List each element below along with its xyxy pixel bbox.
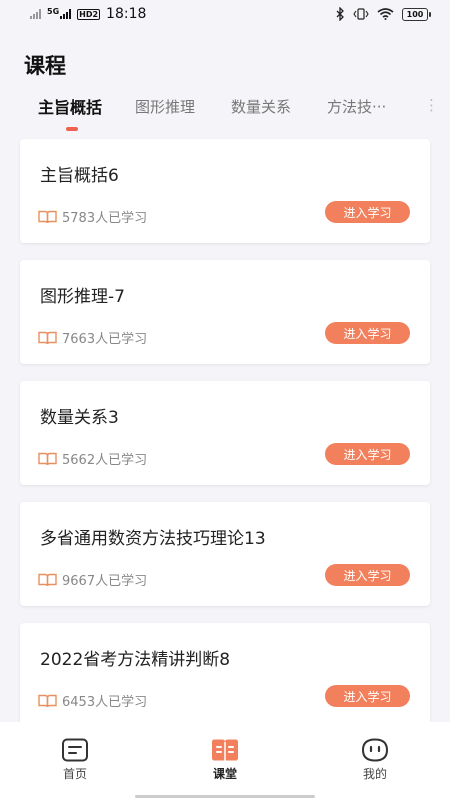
nav-home[interactable]: 首页: [45, 738, 105, 782]
learner-count: 7663人已学习: [62, 332, 148, 347]
course-title: 数量关系3: [40, 408, 119, 428]
profile-icon: [361, 738, 389, 762]
book-icon: [38, 694, 57, 707]
tab-main-idea[interactable]: 主旨概括: [38, 94, 102, 118]
course-meta: 5783人已学习: [38, 207, 147, 226]
clock: 18:18: [106, 6, 147, 22]
signal-weak-icon: [30, 9, 41, 19]
nav-profile-label: 我的: [362, 767, 387, 781]
battery-level: 100: [406, 9, 424, 19]
course-meta: 9667人已学习: [38, 570, 147, 589]
course-title: 2022省考方法精讲判断8: [40, 650, 231, 670]
status-bar: 5G HD2 18:18 100: [0, 0, 450, 28]
course-card[interactable]: 多省通用数资方法技巧理论13 9667人已学习 进入学习: [20, 502, 430, 606]
course-card[interactable]: 图形推理-7 7663人已学习 进入学习: [20, 260, 430, 364]
learner-count: 5783人已学习: [62, 211, 148, 226]
classroom-icon: [212, 739, 238, 761]
enter-study-button[interactable]: 进入学习: [325, 685, 410, 707]
network-label: 5G: [47, 6, 60, 16]
nav-classroom[interactable]: 课堂: [195, 738, 255, 782]
learner-count: 9667人已学习: [62, 574, 148, 589]
page-title: 课程: [24, 54, 66, 78]
course-meta: 5662人已学习: [38, 449, 147, 468]
book-icon: [38, 210, 57, 223]
status-right: 100: [336, 7, 431, 21]
tab-figure-reasoning[interactable]: 图形推理: [135, 96, 195, 117]
course-title: 主旨概括6: [40, 166, 119, 186]
home-icon: [62, 738, 88, 762]
bottom-nav: 首页 课堂 我的: [0, 722, 450, 800]
tab-overflow-indicator[interactable]: ⋮: [424, 96, 439, 114]
course-meta: 6453人已学习: [38, 691, 147, 710]
wifi-icon: [377, 8, 394, 20]
active-tab-indicator: [66, 127, 78, 131]
signal-icon: [60, 9, 72, 19]
status-left: 5G HD2 18:18: [30, 6, 146, 22]
book-icon: [38, 331, 57, 344]
nav-classroom-label: 课堂: [212, 767, 237, 781]
course-title: 图形推理-7: [40, 287, 125, 307]
nav-profile[interactable]: 我的: [345, 738, 405, 782]
course-card[interactable]: 数量关系3 5662人已学习 进入学习: [20, 381, 430, 485]
home-indicator: [135, 795, 315, 798]
course-meta: 7663人已学习: [38, 328, 147, 347]
course-card[interactable]: 2022省考方法精讲判断8 6453人已学习 进入学习: [20, 623, 430, 727]
book-icon: [38, 573, 57, 586]
bluetooth-icon: [336, 7, 344, 21]
tab-quantity-relation[interactable]: 数量关系: [231, 96, 291, 117]
enter-study-button[interactable]: 进入学习: [325, 201, 410, 223]
course-card[interactable]: 主旨概括6 5783人已学习 进入学习: [20, 139, 430, 243]
enter-study-button[interactable]: 进入学习: [325, 322, 410, 344]
vibrate-icon: [353, 8, 369, 20]
learner-count: 5662人已学习: [62, 453, 148, 468]
battery-icon: 100: [402, 7, 431, 21]
tab-methods[interactable]: 方法技···: [327, 96, 386, 117]
learner-count: 6453人已学习: [62, 695, 148, 710]
course-title: 多省通用数资方法技巧理论13: [40, 529, 266, 549]
enter-study-button[interactable]: 进入学习: [325, 443, 410, 465]
nav-home-label: 首页: [62, 767, 87, 781]
hd-badge: HD2: [77, 8, 101, 20]
book-icon: [38, 452, 57, 465]
enter-study-button[interactable]: 进入学习: [325, 564, 410, 586]
